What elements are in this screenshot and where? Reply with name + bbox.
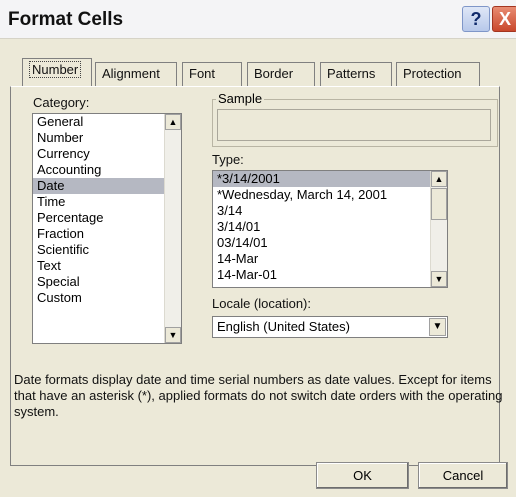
- tab-number-label: Number: [29, 61, 82, 78]
- scroll-up-icon[interactable]: ▲: [165, 114, 181, 130]
- list-item[interactable]: 14-Mar-01: [213, 267, 447, 283]
- tab-border[interactable]: Border: [247, 62, 315, 86]
- tab-protection[interactable]: Protection: [396, 62, 480, 86]
- locale-dropdown[interactable]: English (United States) ▼: [212, 316, 448, 338]
- scroll-down-icon[interactable]: ▼: [431, 271, 447, 287]
- list-item[interactable]: 3/14: [213, 203, 447, 219]
- scroll-thumb[interactable]: [431, 188, 447, 220]
- category-listbox[interactable]: General Number Currency Accounting Date Time P…: [32, 113, 182, 344]
- list-item[interactable]: *Wednesday, March 14, 2001: [213, 187, 447, 203]
- locale-value: English (United States): [217, 319, 350, 334]
- category-scrollbar[interactable]: ▲ ▼: [164, 114, 181, 343]
- list-item[interactable]: Currency: [33, 146, 181, 162]
- tab-font[interactable]: Font: [182, 62, 242, 86]
- ok-button[interactable]: OK: [316, 462, 409, 489]
- chevron-down-icon[interactable]: ▼: [429, 318, 446, 336]
- list-item[interactable]: 3/14/01: [213, 219, 447, 235]
- list-item[interactable]: Accounting: [33, 162, 181, 178]
- list-item[interactable]: Fraction: [33, 226, 181, 242]
- list-item[interactable]: Time: [33, 194, 181, 210]
- scroll-down-icon[interactable]: ▼: [165, 327, 181, 343]
- type-scrollbar[interactable]: ▲ ▼: [430, 171, 447, 287]
- locale-label: Locale (location):: [212, 296, 311, 311]
- list-item[interactable]: Date: [33, 178, 181, 194]
- type-label: Type:: [212, 152, 244, 167]
- scroll-up-icon[interactable]: ▲: [431, 171, 447, 187]
- tab-number[interactable]: Number: [22, 58, 92, 86]
- list-item[interactable]: Text: [33, 258, 181, 274]
- help-button[interactable]: ?: [462, 6, 490, 32]
- cancel-button[interactable]: Cancel: [418, 462, 508, 489]
- list-item[interactable]: 14-Mar: [213, 251, 447, 267]
- format-cells-dialog: Format Cells ? X Number Alignment Font B…: [0, 0, 516, 497]
- sample-preview: [217, 109, 491, 141]
- category-label: Category:: [33, 95, 90, 110]
- list-item[interactable]: Scientific: [33, 242, 181, 258]
- list-item[interactable]: Custom: [33, 290, 181, 306]
- tab-patterns[interactable]: Patterns: [320, 62, 392, 86]
- type-listbox[interactable]: *3/14/2001 *Wednesday, March 14, 2001 3/14…: [212, 170, 448, 288]
- list-item[interactable]: Special: [33, 274, 181, 290]
- list-item[interactable]: Percentage: [33, 210, 181, 226]
- list-item[interactable]: 03/14/01: [213, 235, 447, 251]
- title-bar: Format Cells ? X: [0, 0, 516, 39]
- tab-alignment[interactable]: Alignment: [95, 62, 177, 86]
- list-item[interactable]: General: [33, 114, 181, 130]
- close-button[interactable]: X: [492, 6, 516, 32]
- format-description: Date formats display date and time seria…: [14, 372, 503, 419]
- dialog-title: Format Cells: [8, 9, 124, 30]
- list-item[interactable]: Number: [33, 130, 181, 146]
- list-item[interactable]: *3/14/2001: [213, 171, 447, 187]
- sample-label: Sample: [216, 91, 265, 106]
